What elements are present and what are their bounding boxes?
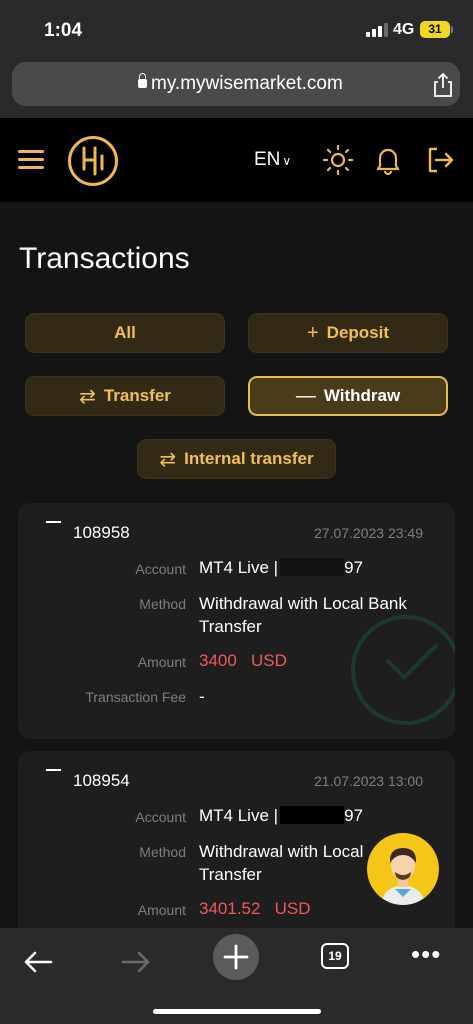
url-text[interactable]: my.mywisemarket.com bbox=[151, 73, 343, 95]
transaction-card[interactable]: 108958 27.07.2023 23:49 Account MT4 Live… bbox=[18, 503, 455, 739]
arrow-left-icon bbox=[24, 951, 53, 973]
filter-all-label: All bbox=[114, 323, 136, 342]
tabs-button[interactable]: 19 bbox=[321, 943, 349, 969]
account-label: Account bbox=[135, 561, 186, 577]
transaction-date: 27.07.2023 23:49 bbox=[314, 525, 423, 541]
logo-mark-icon bbox=[82, 146, 104, 176]
account-value: MT4 Live | 97 bbox=[199, 804, 363, 827]
language-label: EN bbox=[254, 149, 281, 170]
network-type: 4G bbox=[393, 21, 415, 38]
filter-internal-transfer-label: Internal transfer bbox=[184, 449, 314, 468]
battery-tip bbox=[451, 26, 453, 33]
fee-label: Transaction Fee bbox=[85, 689, 186, 705]
method-value: Withdrawal with Local Bank Transfer bbox=[199, 592, 407, 638]
account-label: Account bbox=[135, 809, 186, 825]
account-prefix: MT4 Live | bbox=[199, 558, 279, 577]
lock-icon bbox=[138, 73, 147, 88]
home-indicator bbox=[153, 1009, 321, 1014]
redacted-block bbox=[280, 806, 345, 824]
method-label: Method bbox=[139, 596, 186, 612]
status-bar: 1:04 4G 31 bbox=[0, 0, 473, 58]
filter-withdraw-button[interactable]: — Withdraw bbox=[248, 376, 448, 416]
new-tab-button[interactable] bbox=[213, 934, 259, 980]
account-suffix: 97 bbox=[344, 558, 363, 577]
signal-icon bbox=[366, 23, 388, 37]
fee-value: - bbox=[199, 687, 205, 706]
method-line-1: Withdrawal with Local bbox=[199, 842, 364, 861]
filter-transfer-button[interactable]: ⇄ Transfer bbox=[25, 376, 225, 416]
amount-label: Amount bbox=[137, 902, 186, 918]
amount-label: Amount bbox=[137, 654, 186, 670]
filter-all-button[interactable]: All bbox=[25, 313, 225, 353]
logout-icon[interactable] bbox=[424, 144, 456, 176]
collapse-icon[interactable] bbox=[46, 521, 61, 523]
bell-icon[interactable] bbox=[372, 144, 404, 176]
back-button[interactable] bbox=[16, 940, 60, 984]
transaction-date: 21.07.2023 13:00 bbox=[314, 773, 423, 789]
amount-value: 3401.52 USD bbox=[199, 897, 311, 920]
share-icon[interactable] bbox=[431, 72, 455, 98]
method-value: Withdrawal with Local Transfer bbox=[199, 840, 363, 886]
battery-level: 31 bbox=[428, 22, 442, 36]
url-bar[interactable]: my.mywisemarket.com bbox=[12, 62, 460, 106]
account-prefix: MT4 Live | bbox=[199, 806, 279, 825]
account-suffix: 97 bbox=[344, 806, 363, 825]
support-chat-avatar[interactable] bbox=[367, 833, 439, 905]
method-label: Method bbox=[139, 844, 186, 860]
filter-deposit-label: Deposit bbox=[326, 323, 390, 342]
plus-icon: + bbox=[306, 321, 319, 344]
method-line-1: Withdrawal with Local Bank bbox=[199, 594, 407, 613]
status-time: 1:04 bbox=[44, 20, 83, 41]
battery-icon: 31 bbox=[420, 21, 450, 38]
brand-logo[interactable] bbox=[68, 136, 118, 186]
account-value: MT4 Live | 97 bbox=[199, 556, 363, 579]
app-header: EN ∨ bbox=[0, 118, 473, 202]
transaction-id: 108958 bbox=[73, 523, 130, 542]
transaction-id: 108954 bbox=[73, 771, 130, 790]
minus-icon: — bbox=[295, 384, 316, 407]
arrow-right-icon bbox=[121, 951, 150, 973]
filter-deposit-button[interactable]: + Deposit bbox=[248, 313, 448, 353]
amount-currency: USD bbox=[274, 899, 311, 918]
redacted-block bbox=[280, 558, 345, 576]
menu-icon[interactable] bbox=[18, 150, 44, 170]
language-selector[interactable]: EN ∨ bbox=[254, 149, 291, 171]
method-line-2: Transfer bbox=[199, 865, 262, 884]
forward-button[interactable] bbox=[114, 940, 158, 984]
amount-number: 3401.52 bbox=[199, 899, 261, 918]
swap-arrows-icon: ⇄ bbox=[79, 385, 96, 408]
sun-icon[interactable] bbox=[322, 144, 354, 176]
amount-currency: USD bbox=[251, 651, 287, 670]
page-title: Transactions bbox=[19, 242, 190, 275]
browser-url-area: my.mywisemarket.com bbox=[0, 58, 473, 118]
plus-icon bbox=[223, 944, 249, 970]
filter-withdraw-label: Withdraw bbox=[323, 386, 401, 405]
amount-number: 3400 bbox=[199, 651, 237, 670]
filter-internal-transfer-button[interactable]: ⇄ Internal transfer bbox=[137, 439, 336, 479]
filter-transfer-label: Transfer bbox=[103, 386, 171, 405]
person-avatar-icon bbox=[381, 848, 425, 905]
chevron-down-icon: ∨ bbox=[282, 154, 292, 168]
collapse-icon[interactable] bbox=[46, 769, 61, 771]
swap-arrows-icon: ⇄ bbox=[159, 448, 177, 471]
amount-value: 3400 USD bbox=[199, 649, 287, 672]
method-line-2: Transfer bbox=[199, 617, 262, 636]
